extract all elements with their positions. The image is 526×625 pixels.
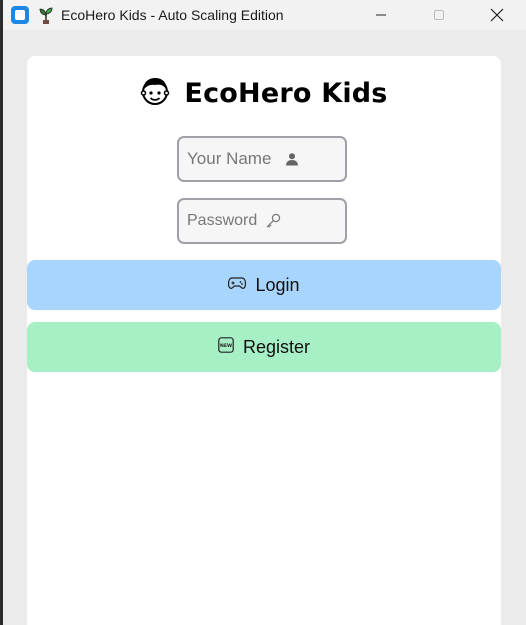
game-controller-icon	[228, 276, 247, 295]
minimize-icon	[376, 14, 386, 16]
window-controls	[352, 0, 526, 30]
person-icon	[285, 152, 299, 166]
window-left-edge	[0, 0, 3, 625]
login-button[interactable]: Login	[27, 260, 501, 310]
minimize-button[interactable]	[352, 0, 410, 30]
login-label: Login	[255, 274, 300, 295]
password-field[interactable]	[177, 198, 347, 244]
login-card: EcoHero Kids Your Name Login NEW Registe…	[27, 56, 501, 625]
name-field[interactable]	[177, 136, 347, 182]
close-button[interactable]	[468, 0, 526, 30]
svg-text:NEW: NEW	[220, 343, 232, 349]
seedling-icon	[37, 6, 55, 24]
app-icon	[11, 6, 29, 24]
register-label: Register	[242, 336, 311, 357]
password-input[interactable]	[187, 212, 263, 230]
new-badge-icon: NEW	[218, 336, 234, 358]
app-window: EcoHero Kids - Auto Scaling Edition EcoH…	[0, 0, 526, 625]
close-icon	[490, 8, 504, 22]
page-title: EcoHero Kids	[184, 78, 388, 109]
key-icon	[265, 213, 281, 229]
register-button[interactable]: NEW Register	[27, 322, 501, 372]
boy-face-icon	[140, 76, 170, 111]
app-heading: EcoHero Kids	[27, 76, 501, 111]
maximize-button[interactable]	[410, 0, 468, 30]
window-title: EcoHero Kids - Auto Scaling Edition	[61, 7, 284, 23]
name-input[interactable]	[187, 149, 283, 169]
title-bar[interactable]: EcoHero Kids - Auto Scaling Edition	[3, 0, 526, 30]
maximize-icon	[434, 10, 444, 20]
